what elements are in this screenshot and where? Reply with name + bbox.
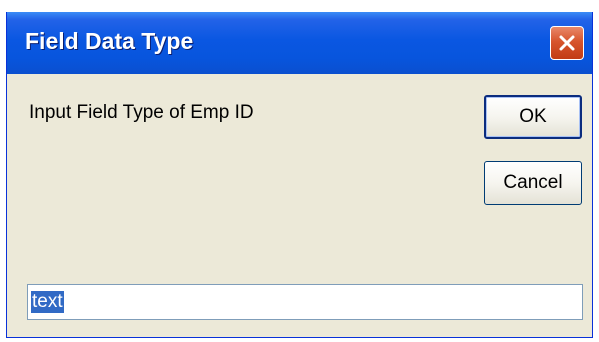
prompt-label: Input Field Type of Emp ID (29, 102, 254, 123)
dialog-title: Field Data Type (25, 28, 194, 54)
dialog-window: Field Data Type Input Field Type of Emp … (6, 12, 593, 338)
field-type-input[interactable]: text (27, 284, 583, 320)
close-icon (559, 35, 575, 51)
input-value-selected: text (31, 291, 64, 313)
cancel-button[interactable]: Cancel (484, 161, 582, 205)
title-bar[interactable]: Field Data Type (7, 12, 592, 74)
ok-button[interactable]: OK (484, 95, 582, 139)
close-button[interactable] (550, 26, 584, 60)
